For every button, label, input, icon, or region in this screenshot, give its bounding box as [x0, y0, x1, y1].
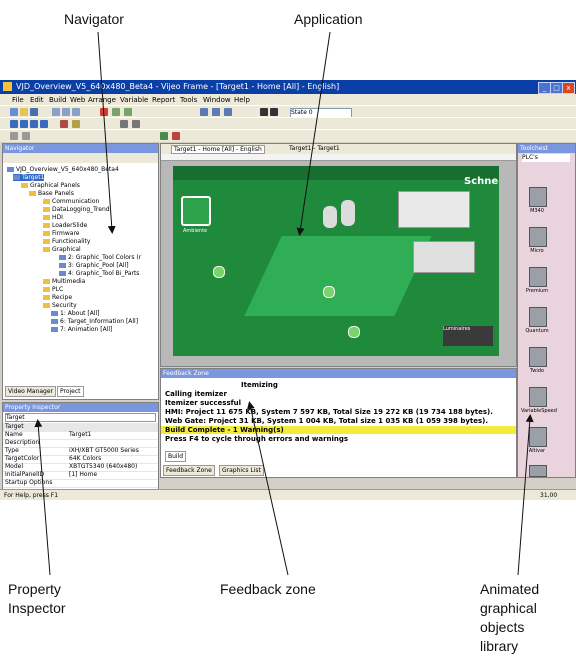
arrow-property-inspector [34, 419, 51, 576]
arrow-application [296, 31, 331, 236]
arrow-feedback-zone [246, 401, 289, 576]
arrow-navigator [97, 31, 116, 234]
callout-arrows [34, 31, 534, 576]
arrow-library [517, 414, 534, 576]
